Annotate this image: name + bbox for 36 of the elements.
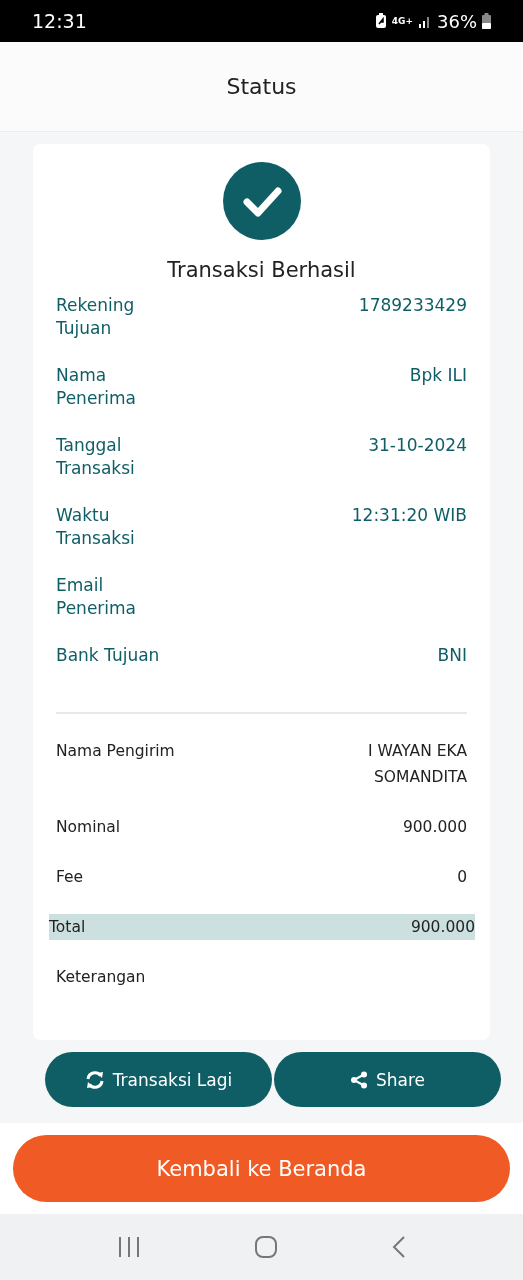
detail-label: Bank Tujuan (56, 644, 161, 668)
home-icon[interactable] (254, 1235, 279, 1260)
refresh-icon (84, 1069, 105, 1090)
battery-level: 36% (437, 10, 477, 32)
battery-saver-icon (374, 13, 387, 30)
detail-label: Nama Penerima (56, 364, 138, 411)
detail-value: 12:31:20 WIB (351, 504, 467, 528)
detail-label: Email Penerima (56, 574, 138, 621)
detail-label: Nama Pengirim (56, 741, 175, 763)
signal-icon (418, 14, 432, 29)
detail-label: Keterangan (56, 967, 146, 989)
detail-label: Fee (56, 867, 84, 889)
back-icon[interactable] (392, 1235, 407, 1260)
detail-value: 900.000 (409, 917, 475, 939)
detail-label: Total (49, 917, 86, 939)
result-title: Transaksi Berhasil (166, 258, 357, 283)
share-icon (349, 1070, 368, 1089)
detail-value: BNI (437, 644, 467, 668)
success-check-icon (222, 162, 301, 241)
network-type: 4G+ (391, 16, 413, 27)
detail-value: 0 (456, 867, 467, 889)
recent-apps-icon[interactable] (116, 1236, 141, 1259)
detail-label: Tanggal Transaksi (56, 434, 136, 481)
detail-value: I WAYAN EKA SOMANDITA (366, 741, 467, 789)
page-title: Status (226, 74, 297, 100)
battery-icon (482, 13, 491, 30)
detail-value: 900.000 (401, 817, 467, 839)
share-button[interactable]: Share (274, 1052, 501, 1108)
detail-value: 1789233429 (358, 294, 467, 318)
detail-label: Waktu Transaksi (56, 504, 136, 551)
detail-value: Bpk ILI (409, 364, 467, 388)
detail-label: Rekening Tujuan (56, 294, 136, 341)
detail-label: Nominal (56, 817, 121, 839)
detail-value: 31-10-2024 (368, 434, 467, 458)
repeat-transaction-button[interactable]: Transaksi Lagi (45, 1052, 272, 1108)
status-time: 12:31 (32, 10, 87, 33)
